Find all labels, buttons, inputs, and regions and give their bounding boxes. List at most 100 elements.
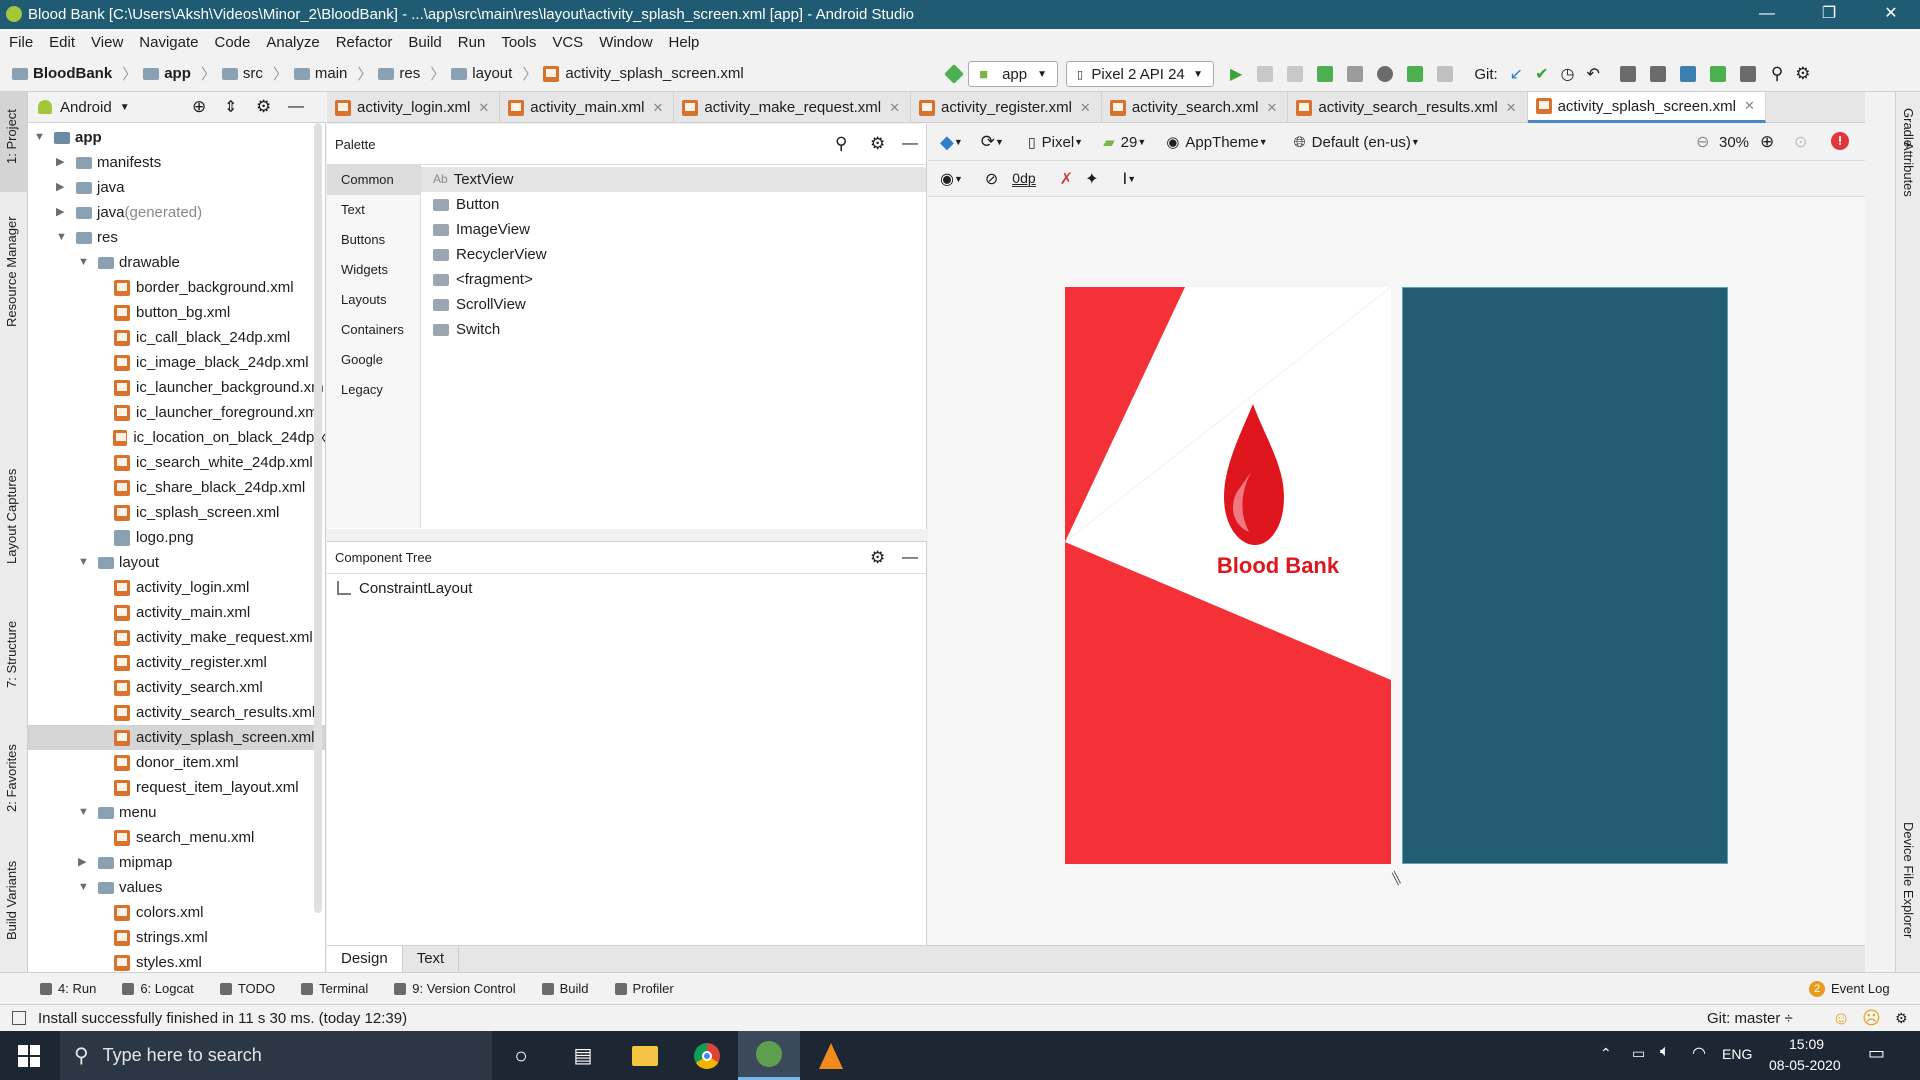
tree-file-item[interactable]: styles.xml (28, 950, 325, 972)
zoom-in-icon[interactable]: ⊕ (1760, 132, 1774, 152)
chevron-right-icon[interactable]: ▶ (56, 150, 70, 175)
menu-build[interactable]: Build (408, 34, 441, 51)
tree-file-item[interactable]: logo.png (28, 525, 325, 550)
chevron-right-icon[interactable]: ▶ (56, 200, 70, 225)
gear-icon[interactable]: ⚙ (870, 548, 885, 568)
menu-tools[interactable]: Tools (501, 34, 536, 51)
restore-button[interactable]: ❐ (1806, 0, 1852, 29)
close-icon[interactable]: ✕ (1080, 100, 1091, 116)
menu-file[interactable]: File (9, 34, 33, 51)
breadcrumb-file[interactable]: activity_splash_screen.xml (543, 65, 744, 82)
run-config-select[interactable]: ■ app ▼ (968, 61, 1058, 87)
zoom-out-icon[interactable]: ⊖ (1696, 132, 1709, 152)
git-branch[interactable]: Git: master ÷ (1707, 1010, 1793, 1027)
tree-folder-item[interactable]: ▶ java (generated) (28, 200, 325, 225)
battery-icon[interactable]: ▭ (1632, 1045, 1645, 1062)
menu-refactor[interactable]: Refactor (336, 34, 393, 51)
menu-code[interactable]: Code (214, 34, 250, 51)
run-icon[interactable]: ▶ (1230, 64, 1242, 84)
tree-file-item[interactable]: activity_search_results.xml (28, 700, 325, 725)
chevron-down-icon[interactable]: ▼ (78, 550, 92, 575)
sad-feedback-icon[interactable]: ☹ (1862, 1008, 1881, 1029)
sync-gradle-icon[interactable] (1679, 66, 1696, 82)
notifications-icon[interactable]: ▭ (1868, 1043, 1885, 1064)
tree-folder-item[interactable]: ▼ layout (28, 550, 325, 575)
device-select[interactable]: ▯ Pixel 2 API 24 ▼ (1066, 61, 1214, 87)
wifi-icon[interactable]: ◠ (1692, 1043, 1706, 1063)
coverage-icon[interactable] (1347, 66, 1364, 82)
profiler-tool-button[interactable]: Profiler (614, 981, 674, 996)
tree-file-item[interactable]: search_menu.xml (28, 825, 325, 850)
tree-file-item[interactable]: ic_splash_screen.xml (28, 500, 325, 525)
windows-start-icon[interactable] (18, 1045, 40, 1067)
tree-file-item[interactable]: ic_call_black_24dp.xml (28, 325, 325, 350)
taskbar-search[interactable]: ⚲ Type here to search (60, 1031, 492, 1080)
collapse-all-icon[interactable]: ⇕ (224, 97, 237, 117)
editor-tab[interactable]: activity_login.xml ✕ (327, 92, 501, 123)
hide-panel-icon[interactable]: — (902, 135, 918, 153)
close-icon[interactable]: ✕ (1506, 100, 1517, 116)
chevron-down-icon[interactable]: ▼ (120, 102, 130, 113)
chevron-down-icon[interactable]: ▼ (78, 875, 92, 900)
minimize-button[interactable]: — (1744, 0, 1790, 29)
run-tool-button[interactable]: 4: Run (40, 981, 96, 996)
close-icon[interactable]: ✕ (652, 100, 663, 116)
tab-design[interactable]: Design (327, 946, 403, 972)
design-preview[interactable]: Blood Bank (1065, 287, 1391, 864)
project-structure-icon[interactable] (1619, 66, 1636, 82)
clear-constraints-icon[interactable]: ✗ (1060, 169, 1073, 189)
search-everywhere-icon[interactable]: ⚲ (1771, 64, 1783, 84)
chrome-icon[interactable] (676, 1031, 738, 1080)
theme-select[interactable]: AppTheme (1185, 134, 1258, 151)
git-history-icon[interactable]: ◷ (1560, 64, 1574, 84)
palette-category[interactable]: Widgets (327, 255, 420, 285)
palette-category[interactable]: Text (327, 195, 420, 225)
palette-category[interactable]: Layouts (327, 285, 420, 315)
apply-changes-icon[interactable] (1257, 66, 1274, 82)
component-tree-root[interactable]: ConstraintLayout (327, 574, 926, 602)
view-options-icon[interactable]: ◉ (940, 169, 954, 189)
close-icon[interactable]: ✕ (1267, 100, 1278, 116)
tree-folder-item[interactable]: ▼ app (28, 125, 325, 150)
menu-vcs[interactable]: VCS (552, 34, 583, 51)
palette-item[interactable]: Switch (421, 317, 926, 342)
tree-file-item[interactable]: border_background.xml (28, 275, 325, 300)
sdk-manager-icon[interactable] (1709, 66, 1726, 82)
infer-constraints-icon[interactable]: ✦ (1085, 169, 1098, 189)
orientation-icon[interactable]: ⟳ (981, 132, 995, 152)
settings-icon[interactable]: ⚙ (1795, 64, 1810, 84)
editor-tab[interactable]: activity_register.xml ✕ (911, 92, 1102, 123)
close-icon[interactable]: ✕ (1744, 98, 1755, 114)
layers-icon[interactable]: ◆ (940, 132, 954, 153)
chevron-down-icon[interactable]: ▼ (56, 225, 70, 250)
structure-tool-button[interactable]: 7: Structure (4, 621, 19, 688)
resource-manager-tool-button[interactable]: Resource Manager (4, 216, 19, 327)
terminal-tool-button[interactable]: Terminal (301, 981, 368, 996)
device-file-explorer-tool-button[interactable]: Device File Explorer (1901, 822, 1916, 938)
error-icon[interactable]: ! (1831, 132, 1849, 150)
tree-file-item[interactable]: activity_splash_screen.xml (28, 725, 325, 750)
editor-tab[interactable]: activity_search.xml ✕ (1102, 92, 1289, 123)
clock-time[interactable]: 15:09 (1789, 1036, 1824, 1052)
editor-tab[interactable]: activity_search_results.xml ✕ (1288, 92, 1528, 123)
task-view-icon[interactable]: ○ (490, 1031, 552, 1080)
tree-folder-item[interactable]: ▶ java (28, 175, 325, 200)
build-variants-tool-button[interactable]: Build Variants (4, 861, 19, 940)
palette-category[interactable]: Containers (327, 315, 420, 345)
close-icon[interactable]: ✕ (889, 100, 900, 116)
avd-manager-icon[interactable] (1649, 66, 1666, 82)
volume-icon[interactable]: 🔈︎ (1660, 1043, 1670, 1061)
timeline-icon[interactable]: ▤ (552, 1031, 614, 1080)
blueprint-preview[interactable] (1402, 287, 1728, 864)
hide-panel-icon[interactable]: — (288, 98, 304, 116)
menu-edit[interactable]: Edit (49, 34, 75, 51)
tree-folder-item[interactable]: ▶ manifests (28, 150, 325, 175)
version-control-tool-button[interactable]: 9: Version Control (394, 981, 516, 996)
locale-select[interactable]: Default (en-us) (1312, 134, 1411, 151)
tree-file-item[interactable]: activity_register.xml (28, 650, 325, 675)
project-view-select[interactable]: Android (60, 99, 112, 116)
attach-debugger-icon[interactable] (1407, 66, 1424, 82)
api-select[interactable]: 29 (1121, 134, 1138, 151)
chevron-down-icon[interactable]: ▼ (34, 125, 48, 150)
android-studio-taskbar-icon[interactable] (738, 1031, 800, 1080)
